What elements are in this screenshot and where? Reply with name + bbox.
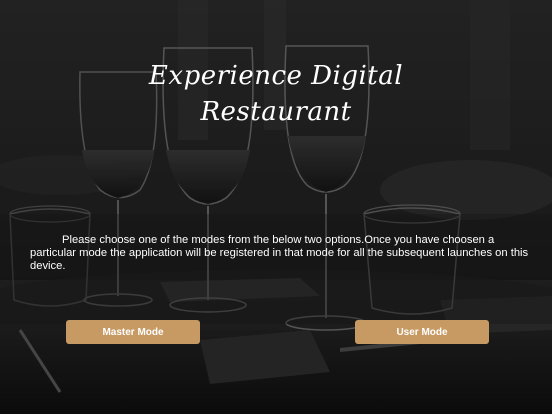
- user-mode-button[interactable]: User Mode: [355, 320, 489, 344]
- master-mode-button[interactable]: Master Mode: [66, 320, 200, 344]
- mode-instructions: Please choose one of the modes from the …: [30, 234, 529, 272]
- app-title-line1: Experience Digital: [148, 61, 404, 91]
- app-title: Experience Digital Restaurant: [0, 58, 552, 130]
- app-title-line2: Restaurant: [200, 97, 352, 127]
